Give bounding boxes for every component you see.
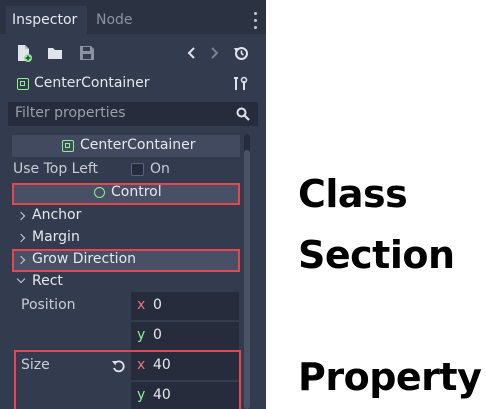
filter-properties-input[interactable]: Filter properties	[8, 102, 258, 126]
annotation-class: Class	[298, 172, 408, 216]
search-icon	[236, 107, 250, 121]
class-header: CenterContainer	[12, 135, 240, 157]
property-highlight-box	[14, 350, 241, 409]
history-icon[interactable]	[233, 44, 249, 62]
history-back-icon[interactable]	[184, 44, 200, 62]
tab-inspector[interactable]: Inspector	[6, 6, 87, 34]
object-header[interactable]: CenterContainer	[0, 72, 266, 96]
position-x-field[interactable]: x 0	[131, 292, 239, 320]
group-rect-label: Rect	[32, 273, 63, 289]
inspector-panel: Inspector Node CenterContainer Filter pr…	[0, 0, 266, 409]
history-forward-icon[interactable]	[206, 44, 222, 62]
use-top-left-checkbox[interactable]	[131, 163, 144, 176]
kebab-menu-icon[interactable]	[254, 12, 258, 30]
position-x-value: 0	[153, 297, 162, 313]
annotation-property: Property	[298, 355, 482, 399]
group-anchor[interactable]: Anchor	[14, 207, 238, 227]
chevron-right-icon	[16, 233, 26, 243]
section-highlight-box	[12, 249, 240, 272]
chevron-down-icon	[16, 274, 26, 284]
filter-placeholder: Filter properties	[15, 105, 126, 121]
annotation-section: Section	[298, 233, 455, 277]
class-header-label: CenterContainer	[80, 137, 196, 153]
use-top-left-value[interactable]: On	[150, 161, 170, 177]
class-highlight-box	[12, 183, 240, 205]
center-container-icon	[62, 140, 74, 152]
tab-bar: Inspector Node	[0, 0, 266, 34]
group-margin[interactable]: Margin	[14, 229, 238, 249]
tools-icon[interactable]	[233, 76, 249, 92]
scrollbar-thumb[interactable]	[244, 150, 250, 409]
new-resource-icon[interactable]	[16, 44, 32, 62]
axis-x-label: x	[137, 297, 146, 313]
center-container-icon	[17, 78, 29, 90]
save-icon[interactable]	[79, 44, 95, 62]
use-top-left-label: Use Top Left	[13, 161, 99, 177]
group-anchor-label: Anchor	[32, 207, 82, 223]
axis-y-label: y	[137, 327, 146, 343]
position-label: Position	[21, 297, 76, 313]
position-y-field[interactable]: y 0	[131, 322, 239, 350]
tab-node[interactable]: Node	[90, 6, 142, 34]
position-y-value: 0	[153, 327, 162, 343]
chevron-right-icon	[16, 211, 26, 221]
group-margin-label: Margin	[32, 229, 80, 245]
group-rect[interactable]: Rect	[14, 273, 238, 293]
open-folder-icon[interactable]	[47, 44, 63, 62]
object-name: CenterContainer	[34, 75, 150, 91]
